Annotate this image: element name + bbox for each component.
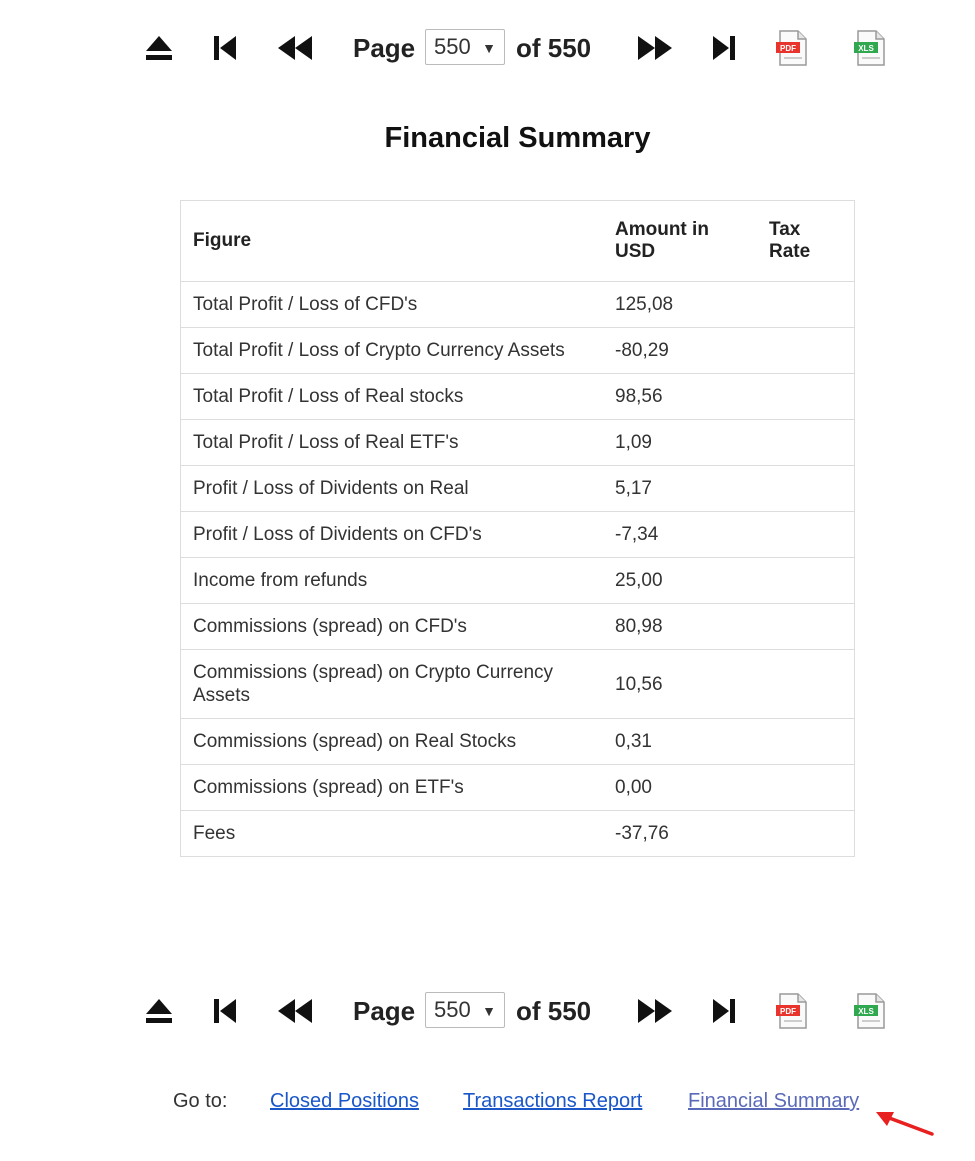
cell-amount: -37,76: [603, 810, 757, 857]
cell-tax-rate: [757, 327, 855, 374]
link-closed-positions[interactable]: Closed Positions: [270, 1090, 419, 1113]
financial-summary-table: Figure Amount in USD Tax Rate Total Prof…: [180, 200, 855, 857]
red-arrow-icon: [870, 1102, 940, 1147]
column-header-amount: Amount in USD: [603, 200, 757, 282]
last-page-icon[interactable]: [710, 18, 738, 78]
cell-amount: 10,56: [603, 649, 757, 719]
cell-tax-rate: [757, 419, 855, 466]
cell-amount: 5,17: [603, 465, 757, 512]
page-select[interactable]: 550 ▼: [425, 29, 505, 65]
chevron-down-icon: ▼: [482, 1003, 496, 1019]
table-header-row: Figure Amount in USD Tax Rate: [180, 200, 855, 282]
page-label: Page: [353, 32, 416, 63]
table-row: Profit / Loss of Dividents on CFD's -7,34: [180, 511, 855, 558]
first-page-icon[interactable]: [211, 981, 239, 1041]
table-row: Commissions (spread) on Real Stocks 0,31: [180, 718, 855, 765]
table-row: Profit / Loss of Dividents on Real 5,17: [180, 465, 855, 512]
pager-toolbar-top: Page 550 ▼ of 550 PDF XLS: [0, 18, 975, 78]
cell-figure: Total Profit / Loss of Real stocks: [180, 373, 603, 420]
eject-icon[interactable]: [143, 18, 175, 78]
rewind-icon[interactable]: [275, 18, 315, 78]
xls-icon[interactable]: XLS: [852, 18, 888, 78]
svg-text:PDF: PDF: [780, 1007, 796, 1016]
cell-figure: Total Profit / Loss of Crypto Currency A…: [180, 327, 603, 374]
svg-text:PDF: PDF: [780, 44, 796, 53]
page-total-label: of 550: [516, 32, 592, 63]
link-financial-summary[interactable]: Financial Summary: [688, 1090, 859, 1113]
cell-amount: 80,98: [603, 603, 757, 650]
goto-nav: Go to: Closed Positions Transactions Rep…: [0, 1090, 975, 1116]
page-title: Financial Summary: [384, 122, 651, 154]
table-row: Commissions (spread) on Crypto Currency …: [180, 649, 855, 719]
pager-toolbar-bottom: Page 550 ▼ of 550 PDF XLS: [0, 981, 975, 1041]
cell-tax-rate: [757, 718, 855, 765]
pdf-icon[interactable]: PDF: [774, 18, 810, 78]
cell-amount: 1,09: [603, 419, 757, 466]
link-transactions-report[interactable]: Transactions Report: [463, 1090, 642, 1113]
cell-tax-rate: [757, 649, 855, 719]
cell-amount: 25,00: [603, 557, 757, 604]
table-row: Commissions (spread) on ETF's 0,00: [180, 764, 855, 811]
column-header-figure: Figure: [180, 200, 603, 282]
page-total-label: of 550: [516, 995, 592, 1026]
table-row: Total Profit / Loss of CFD's 125,08: [180, 281, 855, 328]
page-select[interactable]: 550 ▼: [425, 992, 505, 1028]
cell-figure: Profit / Loss of Dividents on CFD's: [180, 511, 603, 558]
pdf-icon[interactable]: PDF: [774, 981, 810, 1041]
cell-amount: 0,00: [603, 764, 757, 811]
cell-tax-rate: [757, 603, 855, 650]
page-label: Page: [353, 995, 416, 1026]
cell-figure: Income from refunds: [180, 557, 603, 604]
first-page-icon[interactable]: [211, 18, 239, 78]
cell-figure: Commissions (spread) on CFD's: [180, 603, 603, 650]
cell-figure: Total Profit / Loss of CFD's: [180, 281, 603, 328]
cell-figure: Profit / Loss of Dividents on Real: [180, 465, 603, 512]
cell-tax-rate: [757, 764, 855, 811]
xls-icon[interactable]: XLS: [852, 981, 888, 1041]
table-row: Fees -37,76: [180, 810, 855, 857]
cell-figure: Commissions (spread) on Crypto Currency …: [180, 649, 603, 719]
goto-label: Go to:: [173, 1090, 228, 1112]
rewind-icon[interactable]: [275, 981, 315, 1041]
cell-amount: 125,08: [603, 281, 757, 328]
svg-text:XLS: XLS: [858, 44, 874, 53]
cell-amount: -80,29: [603, 327, 757, 374]
fast-forward-icon[interactable]: [635, 18, 675, 78]
table-row: Total Profit / Loss of Real ETF's 1,09: [180, 419, 855, 466]
eject-icon[interactable]: [143, 981, 175, 1041]
fast-forward-icon[interactable]: [635, 981, 675, 1041]
chevron-down-icon: ▼: [482, 40, 496, 56]
last-page-icon[interactable]: [710, 981, 738, 1041]
column-header-tax-rate: Tax Rate: [757, 200, 855, 282]
cell-amount: -7,34: [603, 511, 757, 558]
cell-figure: Commissions (spread) on Real Stocks: [180, 718, 603, 765]
cell-amount: 98,56: [603, 373, 757, 420]
cell-tax-rate: [757, 511, 855, 558]
cell-amount: 0,31: [603, 718, 757, 765]
cell-figure: Total Profit / Loss of Real ETF's: [180, 419, 603, 466]
cell-tax-rate: [757, 557, 855, 604]
cell-tax-rate: [757, 810, 855, 857]
cell-tax-rate: [757, 465, 855, 512]
cell-tax-rate: [757, 373, 855, 420]
table-row: Income from refunds 25,00: [180, 557, 855, 604]
cell-tax-rate: [757, 281, 855, 328]
cell-figure: Commissions (spread) on ETF's: [180, 764, 603, 811]
table-row: Total Profit / Loss of Real stocks 98,56: [180, 373, 855, 420]
cell-figure: Fees: [180, 810, 603, 857]
table-row: Commissions (spread) on CFD's 80,98: [180, 603, 855, 650]
table-row: Total Profit / Loss of Crypto Currency A…: [180, 327, 855, 374]
svg-text:XLS: XLS: [858, 1007, 874, 1016]
